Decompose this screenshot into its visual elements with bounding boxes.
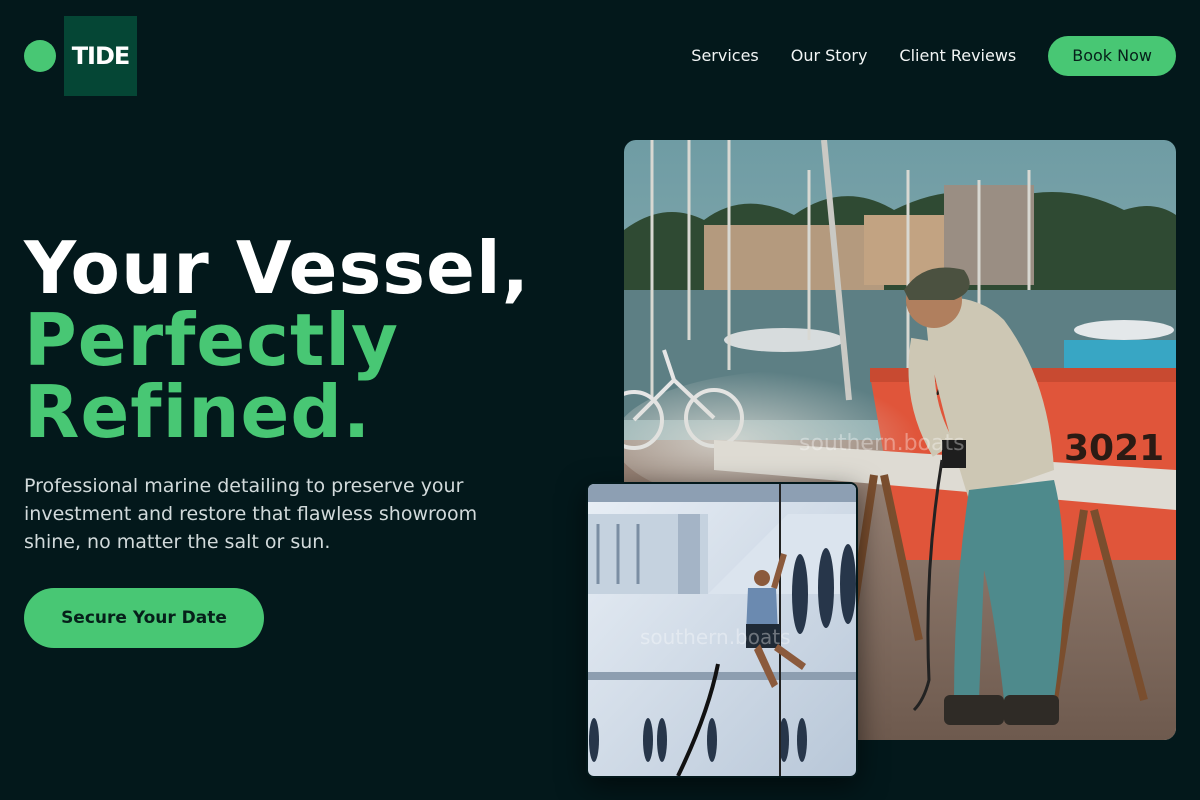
hero-title-line-2: Perfectly [24,298,399,382]
nav-link-our-story[interactable]: Our Story [791,36,868,76]
hero-title-line-1: Your Vessel, [24,226,531,310]
logo-dot-icon [24,40,56,72]
logo-wordmark: TIDE [64,16,137,96]
hero-title-line-3: Refined. [24,370,372,454]
container-number-text: 3021 [1064,428,1164,469]
main-photo-watermark: southern.boats [799,431,965,456]
hero-subtitle: Professional marine detailing to preserv… [24,475,478,553]
logo[interactable]: TIDE [24,16,137,96]
nav-link-services[interactable]: Services [691,36,758,76]
secure-your-date-button[interactable]: Secure Your Date [24,588,264,648]
nav-link-client-reviews[interactable]: Client Reviews [899,36,1016,76]
main-nav: Services Our Story Client Reviews Book N… [691,36,1176,76]
small-photo-watermark: southern.boats [640,625,791,649]
hero-title: Your Vessel, Perfectly Refined. [24,232,530,448]
landing-page: TIDE Services Our Story Client Reviews B… [0,0,1200,800]
yacht-hull-cleaning-photo: southern.boats [586,482,858,778]
book-now-button[interactable]: Book Now [1048,36,1176,76]
